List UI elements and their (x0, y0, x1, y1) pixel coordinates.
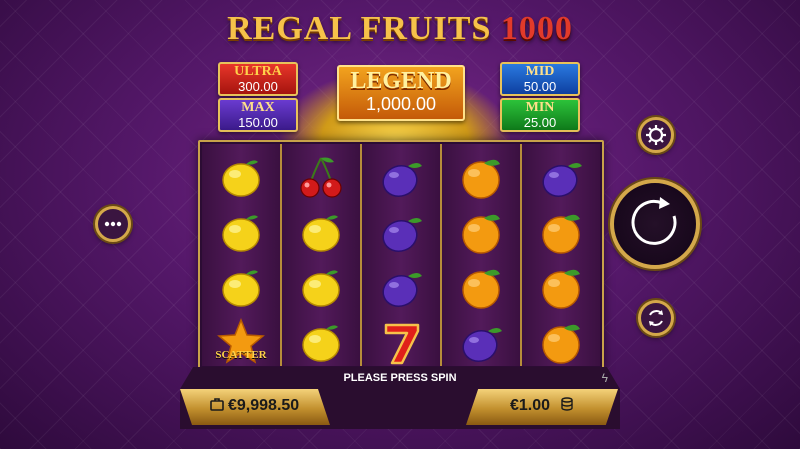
orange-icon (456, 262, 506, 312)
star-scatter-icon: SCATTER (215, 317, 267, 367)
reel-divider (360, 144, 362, 366)
orange-icon (536, 207, 586, 257)
orange-icon (456, 152, 506, 202)
jackpot-ultra: ULTRA 300.00 (218, 62, 298, 96)
jackpot-legend-value: 1,000.00 (365, 94, 437, 114)
lemon-icon (216, 152, 266, 202)
orange-icon (536, 262, 586, 312)
reel-2 (282, 144, 360, 366)
jackpot-max-value: 150.00 (238, 115, 278, 130)
orange-icon (456, 207, 506, 257)
status-message: PLEASE PRESS SPIN (343, 372, 457, 384)
bet-display[interactable]: €1.00 (466, 389, 618, 425)
menu-button[interactable] (95, 206, 131, 242)
jackpot-min: MIN 25.00 (500, 98, 580, 132)
bet-value: €1.00 (510, 397, 551, 414)
jackpot-mid-label: MID (525, 64, 555, 79)
jackpot-mid-value: 50.00 (523, 79, 557, 94)
reel-divider (520, 144, 522, 366)
game-title-number: 1000 (500, 10, 573, 47)
balance-value: €9,998.50 (228, 397, 300, 414)
jackpot-ultra-value: 300.00 (238, 79, 278, 94)
status-bar: PLEASE PRESS SPIN ϟ (180, 367, 620, 389)
settings-button[interactable] (638, 117, 674, 153)
cherry-icon (296, 152, 346, 202)
plum-icon (376, 152, 426, 202)
coin-stack-icon (560, 397, 574, 416)
jackpot-max: MAX 150.00 (218, 98, 298, 132)
lemon-icon (216, 207, 266, 257)
menu-icon (104, 221, 122, 227)
reel-4 (442, 144, 520, 366)
autoplay-icon (649, 310, 663, 326)
orange-icon (536, 317, 586, 367)
reel-divider (440, 144, 442, 366)
reel-3 (362, 144, 440, 366)
plum-icon (376, 262, 426, 312)
seven-icon (376, 317, 426, 367)
lemon-icon (296, 207, 346, 257)
scatter-label: SCATTER (215, 349, 267, 361)
plum-icon (456, 317, 506, 367)
jackpot-mid: MID 50.00 (500, 62, 580, 96)
lemon-icon (296, 317, 346, 367)
lemon-icon (296, 262, 346, 312)
jackpot-max-label: MAX (241, 100, 275, 115)
lemon-icon (216, 262, 266, 312)
reel-divider (280, 144, 282, 366)
balance-display[interactable]: €9,998.50 (180, 389, 330, 425)
plum-icon (376, 207, 426, 257)
reel-1: SCATTER (202, 144, 280, 366)
game-title-main: REGAL FRUITS (227, 10, 492, 47)
jackpot-legend-label: LEGEND (350, 68, 452, 94)
jackpot-ultra-label: ULTRA (234, 64, 282, 79)
autoplay-button[interactable] (638, 300, 674, 336)
turbo-bolt-icon[interactable]: ϟ (602, 371, 608, 385)
plum-icon (536, 152, 586, 202)
spin-button[interactable] (610, 179, 700, 269)
game-title: REGAL FRUITS 1000 (0, 10, 800, 48)
jackpot-legend: LEGEND 1,000.00 (337, 65, 465, 121)
jackpot-min-label: MIN (525, 100, 555, 115)
gear-icon (646, 125, 666, 145)
reel-grid: SCATTER (198, 140, 604, 370)
spin-icon (631, 197, 677, 245)
reel-5 (522, 144, 600, 366)
briefcase-icon (210, 397, 224, 415)
jackpot-min-value: 25.00 (523, 115, 557, 130)
